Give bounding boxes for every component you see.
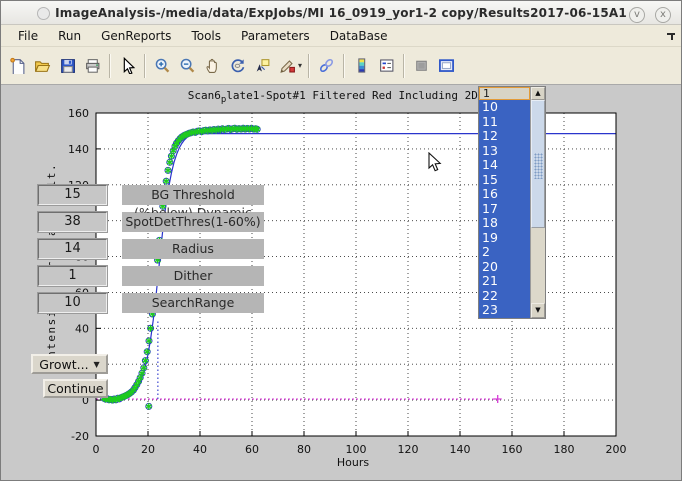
svg-text:Hours: Hours: [337, 456, 369, 469]
menu-item-parameters[interactable]: Parameters: [232, 27, 319, 45]
insert-colorbar-icon[interactable]: [349, 53, 374, 79]
listbox-item-17[interactable]: 17: [479, 202, 530, 217]
svg-text:60: 60: [245, 443, 259, 456]
brush-dropdown-arrow-icon[interactable]: ▾: [298, 61, 302, 70]
bg-threshold-subtext: (%below) Dynamic: [122, 206, 264, 213]
param-value-dither[interactable]: 1: [38, 266, 107, 286]
param-label-dither: Dither: [122, 266, 264, 286]
listbox-item-20[interactable]: 20: [479, 260, 530, 275]
zoom-out-icon[interactable]: [175, 53, 200, 79]
toolbar-group: [409, 53, 459, 79]
toolbar-separator: [343, 54, 345, 78]
toolbar-group: [349, 53, 399, 79]
zoom-in-icon[interactable]: [150, 53, 175, 79]
menu-item-tools[interactable]: Tools: [182, 27, 230, 45]
toolbar-separator: [403, 54, 405, 78]
app-window: ImageAnalysis-/media/data/ExpJobs/MI 16_…: [0, 0, 682, 481]
new-file-icon[interactable]: [5, 53, 30, 79]
menu-item-database[interactable]: DataBase: [321, 27, 397, 45]
listbox-item-13[interactable]: 13: [479, 144, 530, 159]
plain-square-icon[interactable]: [409, 53, 434, 79]
scrollbar-thumb[interactable]: [531, 100, 545, 228]
listbox-item-10[interactable]: 10: [479, 100, 530, 115]
listbox-item-19[interactable]: 19: [479, 231, 530, 246]
listbox-scrollbar[interactable]: ▲ ▼: [530, 87, 545, 318]
svg-text:40: 40: [75, 322, 89, 335]
data-cursor-icon[interactable]: [250, 53, 275, 79]
svg-text:0: 0: [93, 443, 100, 456]
pan-hand-icon[interactable]: [200, 53, 225, 79]
param-value-spotdetthres-1-60-[interactable]: 38: [38, 212, 107, 232]
toolbar-group: [314, 53, 339, 79]
listbox-item-12[interactable]: 12: [479, 129, 530, 144]
param-value-radius[interactable]: 14: [38, 239, 107, 259]
listbox-item-22[interactable]: 22: [479, 289, 530, 304]
brush-dropdown-icon[interactable]: [275, 53, 300, 79]
axes-box-icon[interactable]: [434, 53, 459, 79]
menu-item-file[interactable]: File: [9, 27, 47, 45]
dropdown-arrow-icon: ▼: [94, 360, 100, 369]
toolbar-separator: [109, 54, 111, 78]
param-value-bg-threshold[interactable]: 15: [38, 185, 107, 205]
svg-text:-20: -20: [71, 430, 89, 443]
listbox-item-2[interactable]: 2: [479, 245, 530, 260]
toolbar-separator: [308, 54, 310, 78]
param-label-searchrange: SearchRange: [122, 293, 264, 313]
param-label-bg-threshold: BG Threshold: [122, 185, 264, 205]
shade-window-button[interactable]: v: [629, 7, 645, 23]
svg-text:20: 20: [141, 443, 155, 456]
listbox-item-23[interactable]: 23: [479, 303, 530, 318]
mouse-cursor-icon: [428, 152, 442, 173]
svg-text:180: 180: [554, 443, 575, 456]
scroll-up-icon[interactable]: ▲: [531, 87, 545, 100]
menu-bar: FileRunGenReportsToolsParametersDataBase: [1, 25, 681, 47]
listbox-focused-item[interactable]: 1: [479, 87, 530, 100]
svg-text:40: 40: [193, 443, 207, 456]
listbox-item-14[interactable]: 14: [479, 158, 530, 173]
toolbar-separator: [144, 54, 146, 78]
growth-menu-button[interactable]: Growt... ▼: [31, 354, 108, 374]
menu-item-genreports[interactable]: GenReports: [92, 27, 180, 45]
menu-item-run[interactable]: Run: [49, 27, 90, 45]
param-value-searchrange[interactable]: 10: [38, 293, 107, 313]
svg-text:140: 140: [450, 443, 471, 456]
svg-text:100: 100: [346, 443, 367, 456]
spot-number-listbox[interactable]: 1 10111213141516171819220212223 ▲ ▼: [478, 86, 546, 319]
param-label-radius: Radius: [122, 239, 264, 259]
listbox-item-16[interactable]: 16: [479, 187, 530, 202]
svg-text:140: 140: [68, 143, 89, 156]
window-menu-icon[interactable]: [37, 7, 50, 20]
param-label-spotdetthres-1-60-: SpotDetThres(1-60%): [122, 212, 264, 232]
title-bar[interactable]: ImageAnalysis-/media/data/ExpJobs/MI 16_…: [1, 1, 681, 25]
window-title: ImageAnalysis-/media/data/ExpJobs/MI 16_…: [1, 6, 681, 20]
close-window-button[interactable]: x: [655, 7, 671, 23]
pointer-icon[interactable]: [115, 53, 140, 79]
scroll-down-icon[interactable]: ▼: [531, 303, 545, 318]
continue-button[interactable]: Continue: [43, 379, 108, 398]
figure-area: 020406080100120140160180200-200204060801…: [1, 85, 682, 481]
save-icon[interactable]: [55, 53, 80, 79]
rotate-3d-icon[interactable]: [225, 53, 250, 79]
svg-text:200: 200: [606, 443, 627, 456]
svg-text:120: 120: [398, 443, 419, 456]
open-folder-icon[interactable]: [30, 53, 55, 79]
print-icon[interactable]: [80, 53, 105, 79]
svg-text:160: 160: [502, 443, 523, 456]
menu-overflow-icon[interactable]: [666, 31, 676, 41]
listbox-item-21[interactable]: 21: [479, 274, 530, 289]
listbox-item-18[interactable]: 18: [479, 216, 530, 231]
thumb-grip-icon: [534, 153, 543, 179]
toolbar-group: [5, 53, 105, 79]
listbox-item-11[interactable]: 11: [479, 115, 530, 130]
toolbar-group: [115, 53, 140, 79]
svg-text:160: 160: [68, 107, 89, 120]
toolbar-group: ▾: [150, 53, 304, 79]
toolbar: ▾: [1, 47, 681, 85]
listbox-item-15[interactable]: 15: [479, 173, 530, 188]
link-plots-icon[interactable]: [314, 53, 339, 79]
insert-legend-icon[interactable]: [374, 53, 399, 79]
svg-text:80: 80: [297, 443, 311, 456]
